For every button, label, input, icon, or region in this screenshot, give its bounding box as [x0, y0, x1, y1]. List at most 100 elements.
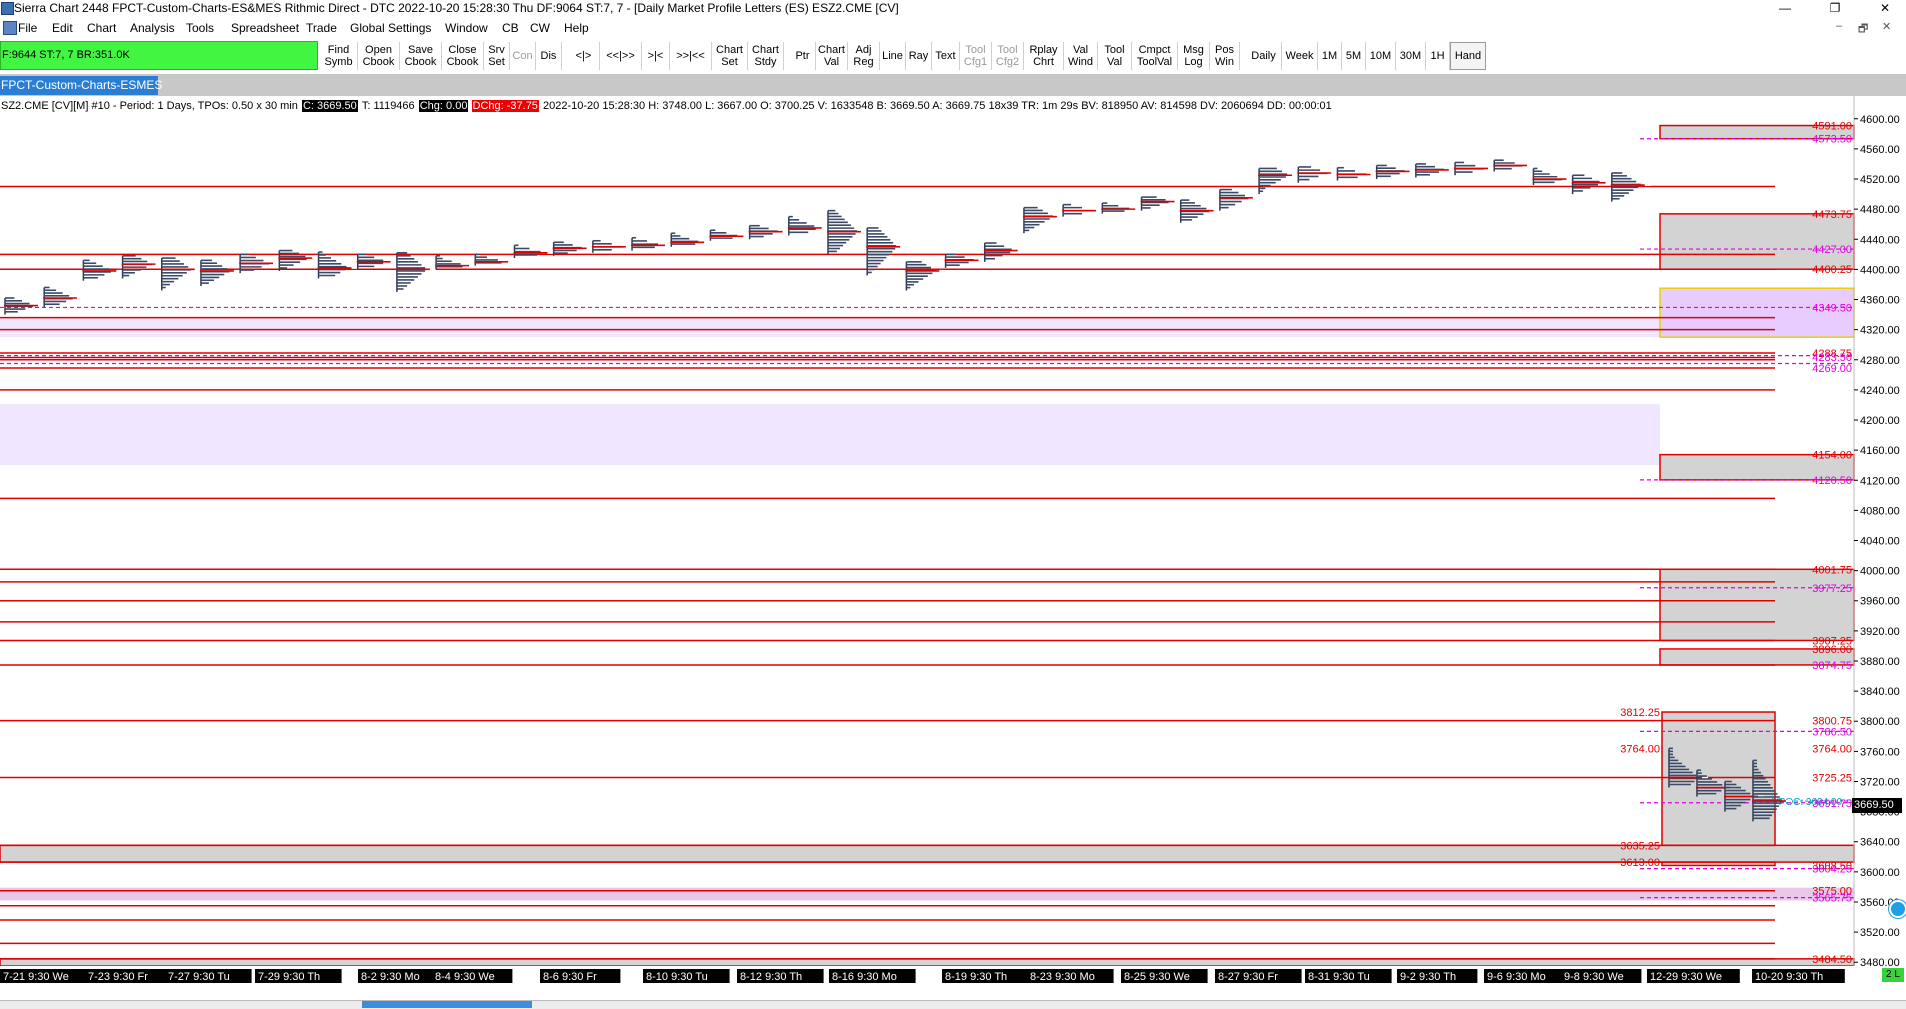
- toolbar-button-1m[interactable]: 1M: [1318, 42, 1342, 70]
- toolbar-button-[interactable]: <|>: [568, 42, 600, 70]
- menu-item-spreadsheet[interactable]: Spreadsheet: [231, 21, 299, 35]
- toolbar-button-srv-set[interactable]: Srv Set: [484, 42, 510, 70]
- toolbar-button-cmpct-toolval[interactable]: Cmpct ToolVal: [1132, 42, 1178, 70]
- mdi-minimize-button[interactable]: –: [1836, 20, 1842, 32]
- y-tick-label: 3720.00: [1860, 776, 1900, 788]
- toolbar-button-adj-reg[interactable]: Adj Reg: [848, 42, 880, 70]
- menu-item-edit[interactable]: Edit: [52, 21, 73, 35]
- y-tick-label: 4400.00: [1860, 264, 1900, 276]
- toolbar-button-con[interactable]: Con: [510, 42, 536, 70]
- menu-item-chart[interactable]: Chart: [87, 21, 116, 35]
- toolbar-button-find-symb[interactable]: Find Symb: [320, 42, 358, 70]
- level-label: 3764.00: [1620, 743, 1660, 755]
- toolbar-button-tool-val[interactable]: Tool Val: [1098, 42, 1132, 70]
- toolbar-button-open-cbook[interactable]: Open Cbook: [358, 42, 400, 70]
- x-tick-label: 7-27 9:30 Tu: [168, 971, 230, 983]
- toolbar-button-dis[interactable]: Dis: [536, 42, 562, 70]
- tpo-profile: [160, 257, 201, 291]
- toolbar-button-10m[interactable]: 10M: [1366, 42, 1396, 70]
- x-tick-label: 8-23 9:30 Mo: [1030, 971, 1095, 983]
- corner-badge: 2 L: [1882, 968, 1904, 982]
- x-tick-label: 9-6 9:30 Mo: [1487, 971, 1546, 983]
- toolbar-button-5m[interactable]: 5M: [1342, 42, 1366, 70]
- toolbar-button-tool-cfg1[interactable]: Tool Cfg1: [960, 42, 992, 70]
- toolbar-button-hand[interactable]: Hand: [1450, 42, 1486, 70]
- menu-item-window[interactable]: Window: [445, 21, 488, 35]
- toolbar-button-close-cbook[interactable]: Close Cbook: [442, 42, 484, 70]
- x-tick-label: 7-23 9:30 Fr: [88, 971, 148, 983]
- toolbar-button-30m[interactable]: 30M: [1396, 42, 1426, 70]
- level-label: 3874.75: [1812, 660, 1852, 672]
- toolbar-button-[interactable]: >|<: [642, 42, 670, 70]
- menu-item-trade[interactable]: Trade: [306, 21, 337, 35]
- toolbar-button-1h[interactable]: 1H: [1426, 42, 1450, 70]
- level-label: 4427.00: [1812, 244, 1852, 256]
- toolbar-button-chart-set[interactable]: Chart Set: [712, 42, 748, 70]
- toolbar-button-ptr[interactable]: Ptr: [790, 42, 816, 70]
- tpo-profile: [474, 253, 515, 266]
- mdi-restore-button[interactable]: 🗗: [1858, 20, 1868, 39]
- minimize-button[interactable]: —: [1770, 0, 1800, 17]
- toolbar-button-ray[interactable]: Ray: [906, 42, 932, 70]
- tpo-profile: [4, 297, 44, 315]
- connection-status-box: F:9644 ST:7, 7 BR:351.0K: [0, 41, 318, 70]
- level-label: 4573.50: [1812, 134, 1852, 146]
- toolbar-button-tool-cfg2[interactable]: Tool Cfg2: [992, 42, 1024, 70]
- toolbar-button-chart-stdy[interactable]: Chart Stdy: [748, 42, 784, 70]
- toolbar-button-week[interactable]: Week: [1282, 42, 1318, 70]
- tpo-profile: [395, 252, 436, 292]
- tpo-profile: [1414, 163, 1455, 178]
- zone-rect: [1659, 568, 1855, 642]
- toolbar-button-rplay-chrt[interactable]: Rplay Chrt: [1024, 42, 1064, 70]
- toolbar-button-val-wind[interactable]: Val Wind: [1064, 42, 1098, 70]
- tpo-profile: [1062, 203, 1103, 217]
- toolbar-button-[interactable]: <<|>>: [600, 42, 642, 70]
- tpo-profile: [121, 255, 162, 279]
- chartbook-tab-strip: FPCT-Custom-Charts-ESMES: [0, 74, 1906, 96]
- toolbar-button-[interactable]: >>|<<: [670, 42, 712, 70]
- tpo-profile: [983, 242, 1024, 262]
- menu-item-help[interactable]: Help: [564, 21, 589, 35]
- menu-item-tools[interactable]: Tools: [186, 21, 214, 35]
- toolbar-button-save-cbook[interactable]: Save Cbook: [400, 42, 442, 70]
- menu-item-cw[interactable]: CW: [530, 21, 550, 35]
- toolbar-button-msg-log[interactable]: Msg Log: [1178, 42, 1210, 70]
- level-label: 3691.75: [1812, 798, 1852, 810]
- level-label: 3484.50: [1812, 954, 1852, 966]
- tab-fpct-custom-charts[interactable]: FPCT-Custom-Charts-ESMES: [0, 76, 162, 95]
- level-label: 4400.25: [1812, 264, 1852, 276]
- mdi-close-button[interactable]: ✕: [1882, 20, 1891, 33]
- x-tick-label: 8-19 9:30 Th: [945, 971, 1007, 983]
- market-profile-chart[interactable]: VPOC: 3694.004591.004573.504473.754427.0…: [0, 96, 1906, 966]
- app-icon: [1, 2, 14, 15]
- toolbar-button-text[interactable]: Text: [932, 42, 960, 70]
- close-button[interactable]: ✕: [1870, 0, 1900, 17]
- price-axis[interactable]: 4600.00 4560.00 4520.00 4480.00 4440.00 4400.…: [1854, 96, 1906, 966]
- scrollbar-thumb[interactable]: [362, 1001, 532, 1008]
- change-text: Chg: 0.00: [418, 100, 469, 112]
- y-tick-label: 3840.00: [1860, 686, 1900, 698]
- menu-item-global-settings[interactable]: Global Settings: [350, 21, 431, 35]
- menu-item-analysis[interactable]: Analysis: [130, 21, 175, 35]
- level-label: 4154.00: [1812, 450, 1852, 462]
- toolbar-button-daily[interactable]: Daily: [1246, 42, 1282, 70]
- y-tick-label: 4600.00: [1860, 114, 1900, 126]
- menu-item-cb[interactable]: CB: [502, 21, 519, 35]
- toolbar-button-line[interactable]: Line: [880, 42, 906, 70]
- toolbar-button-chart-val[interactable]: Chart Val: [816, 42, 848, 70]
- tool-circle-icon[interactable]: [1889, 900, 1906, 918]
- level-label: 3635.25: [1620, 840, 1660, 852]
- symbol-period-text: SZ2.CME [CV][M] #10 - Period: 1 Days, TP…: [1, 100, 298, 112]
- level-label: 3977.25: [1812, 583, 1852, 595]
- y-tick-label: 3920.00: [1860, 626, 1900, 638]
- x-tick-label: 8-16 9:30 Mo: [832, 971, 897, 983]
- y-tick-label: 4160.00: [1860, 445, 1900, 457]
- level-label: 4473.75: [1812, 209, 1852, 221]
- menu-item-file[interactable]: File: [18, 21, 37, 35]
- toolbar-button-pos-win[interactable]: Pos Win: [1210, 42, 1240, 70]
- level-label: 4349.50: [1812, 302, 1852, 314]
- chart-menu-icon[interactable]: [3, 21, 17, 35]
- daily-change-text: DChg: -37.75: [471, 100, 539, 112]
- maximize-button[interactable]: ❐: [1820, 0, 1850, 17]
- tpo-profile: [356, 253, 397, 270]
